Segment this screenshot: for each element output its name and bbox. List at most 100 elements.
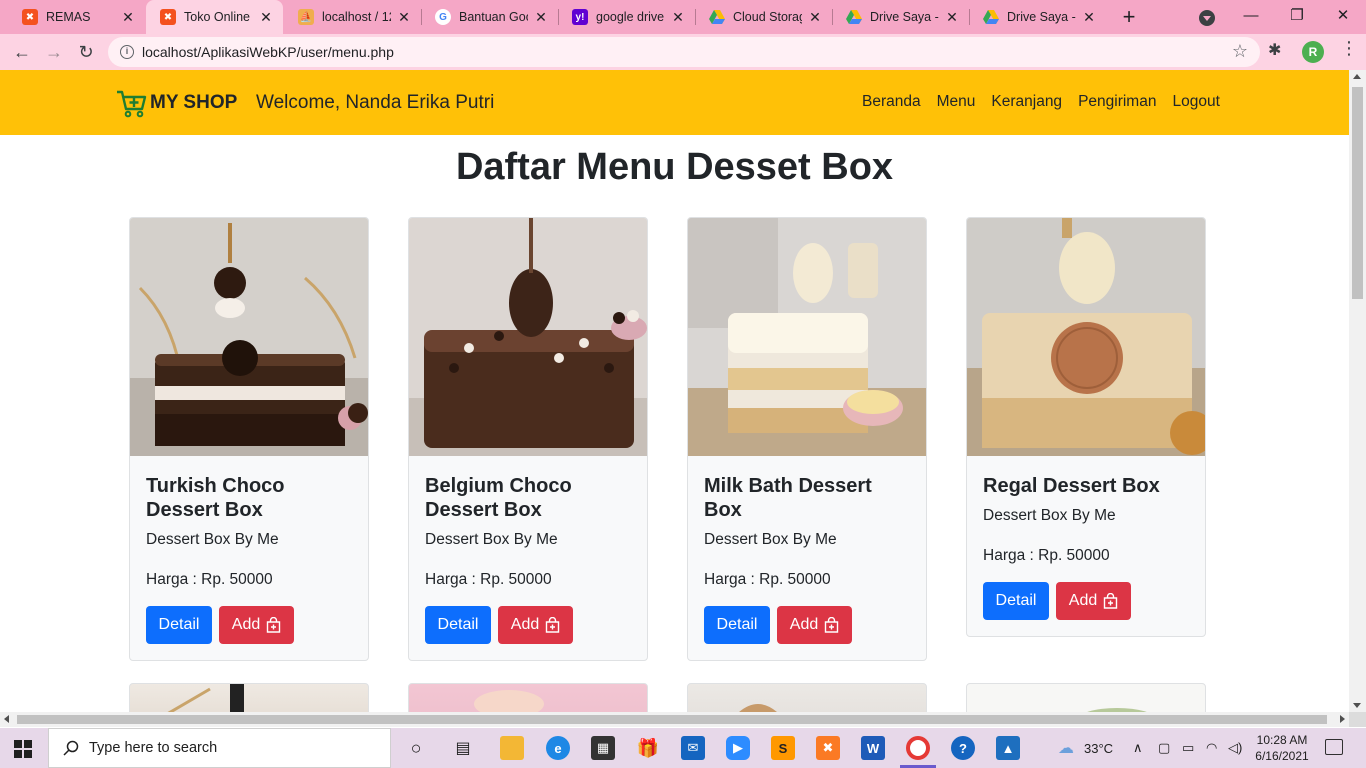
bag-plus-icon — [825, 617, 839, 633]
tab-toko-online[interactable]: ✖ Toko Online ✕ — [146, 0, 283, 34]
scroll-left-arrow-icon[interactable] — [4, 715, 9, 723]
taskbar-search-box[interactable]: Type here to search — [48, 728, 391, 768]
close-tab-icon[interactable]: ✕ — [534, 9, 548, 26]
profile-avatar[interactable]: R — [1302, 41, 1324, 63]
windows-start-icon[interactable] — [14, 740, 32, 758]
nav-link-pengiriman[interactable]: Pengiriman — [1078, 93, 1156, 111]
add-to-cart-button[interactable]: Add — [498, 606, 573, 644]
close-tab-icon[interactable]: ✕ — [121, 9, 135, 26]
product-subtitle: Dessert Box By Me — [146, 531, 279, 548]
tab-bantuan-google[interactable]: G Bantuan Goog ✕ — [421, 0, 558, 34]
vertical-scrollbar-thumb[interactable] — [1352, 87, 1363, 299]
volume-icon[interactable]: ◁) — [1228, 728, 1242, 768]
tab-phpmyadmin[interactable]: ⛵ localhost / 12 ✕ — [284, 0, 421, 34]
file-explorer-icon[interactable] — [500, 736, 524, 760]
reload-icon[interactable]: ↻ — [72, 38, 100, 66]
detail-button[interactable]: Detail — [146, 606, 212, 644]
nav-link-logout[interactable]: Logout — [1172, 93, 1219, 111]
extensions-puzzle-icon[interactable]: ✱ — [1268, 40, 1281, 60]
device-icon[interactable]: ▢ — [1158, 728, 1170, 768]
close-tab-icon[interactable]: ✕ — [808, 9, 822, 26]
edge-browser-icon[interactable]: e — [546, 736, 570, 760]
detail-button[interactable]: Detail — [983, 582, 1049, 620]
wifi-icon[interactable]: ◠ — [1206, 728, 1217, 768]
detail-button-label: Detail — [437, 616, 479, 633]
card-actions: Detail Add — [425, 606, 631, 644]
weather-temp: 33°C — [1084, 740, 1114, 756]
cortana-icon[interactable]: ○ — [404, 736, 428, 760]
battery-icon[interactable]: ▭ — [1182, 728, 1194, 768]
brand[interactable]: MY SHOP — [116, 87, 237, 119]
help-icon[interactable]: ? — [951, 736, 975, 760]
tab-google-drive-yahoo[interactable]: y! google drive ✕ — [558, 0, 695, 34]
page-viewport: MY SHOP Welcome, Nanda Erika Putri Beran… — [0, 70, 1349, 712]
browser-menu-icon[interactable]: ⋮ — [1340, 38, 1358, 59]
mail-icon[interactable]: ✉ — [681, 736, 705, 760]
scroll-right-arrow-icon[interactable] — [1340, 715, 1345, 723]
tray-chevron-icon[interactable]: ∧ — [1133, 728, 1143, 768]
url-text[interactable]: localhost/AplikasiWebKP/user/menu.php — [142, 44, 394, 60]
vertical-scrollbar[interactable] — [1349, 70, 1366, 712]
scroll-up-arrow-icon[interactable] — [1353, 74, 1361, 79]
product-card-partial — [408, 683, 648, 712]
address-bar[interactable]: i localhost/AplikasiWebKP/user/menu.php … — [108, 37, 1260, 67]
add-to-cart-button[interactable]: Add — [777, 606, 852, 644]
page-title: Daftar Menu Desset Box — [455, 146, 894, 188]
windows-taskbar: Type here to search ○ ▤ e ▦ 🎁 ✉ ▶ S ✖ W … — [0, 728, 1366, 768]
site-info-icon[interactable]: i — [120, 45, 134, 59]
nav-link-menu[interactable]: Menu — [937, 93, 976, 111]
zoom-icon[interactable]: ▶ — [726, 736, 750, 760]
close-tab-icon[interactable]: ✕ — [397, 9, 411, 26]
horizontal-scrollbar[interactable] — [0, 712, 1349, 727]
system-clock[interactable]: 10:28 AM 6/16/2021 — [1250, 732, 1314, 764]
bookmark-star-icon[interactable]: ☆ — [1232, 41, 1248, 62]
microsoft-store-icon[interactable]: ▦ — [591, 736, 615, 760]
photos-icon[interactable]: ▲ — [996, 736, 1020, 760]
nav-link-beranda[interactable]: Beranda — [862, 93, 921, 111]
tab-remas[interactable]: ✖ REMAS ✕ — [8, 0, 145, 34]
task-view-icon[interactable]: ▤ — [451, 736, 475, 760]
product-card-partial — [129, 683, 369, 712]
xampp-icon[interactable]: ✖ — [816, 736, 840, 760]
close-tab-icon[interactable]: ✕ — [1082, 9, 1096, 26]
weather-widget[interactable]: ☁ 33°C — [1058, 728, 1113, 768]
card-body: Belgium Choco Dessert Box Dessert Box By… — [409, 456, 647, 660]
chrome-icon[interactable] — [906, 736, 930, 760]
tab-drive-saya-1[interactable]: Drive Saya - G ✕ — [832, 0, 969, 34]
scroll-down-arrow-icon[interactable] — [1353, 703, 1361, 708]
new-tab-button[interactable]: + — [1117, 3, 1141, 31]
word-icon[interactable]: W — [861, 736, 885, 760]
nav-link-keranjang[interactable]: Keranjang — [991, 93, 1062, 111]
brand-name[interactable]: MY SHOP — [150, 92, 237, 114]
close-tab-icon[interactable]: ✕ — [671, 9, 685, 26]
add-to-cart-button[interactable]: Add — [219, 606, 294, 644]
nav-links: Beranda Menu Keranjang Pengiriman Logout — [862, 93, 1220, 111]
google-favicon-icon: G — [435, 9, 451, 25]
close-tab-icon[interactable]: ✕ — [945, 9, 959, 26]
add-to-cart-button[interactable]: Add — [1056, 582, 1131, 620]
scrollbar-corner — [1349, 712, 1366, 727]
close-tab-icon[interactable]: ✕ — [259, 9, 273, 26]
gift-icon[interactable]: 🎁 — [636, 736, 660, 760]
search-placeholder[interactable]: Type here to search — [89, 740, 217, 756]
tab-cloud-storage[interactable]: Cloud Storage ✕ — [695, 0, 832, 34]
xampp-favicon-icon: ✖ — [160, 9, 176, 25]
bag-plus-icon — [267, 617, 281, 633]
sublime-text-icon[interactable]: S — [771, 736, 795, 760]
notification-icon[interactable] — [1325, 739, 1343, 755]
back-arrow-icon[interactable]: ← — [8, 38, 36, 66]
restore-button[interactable]: ❐ — [1274, 0, 1320, 32]
tab-drive-saya-2[interactable]: Drive Saya - G ✕ — [969, 0, 1106, 34]
bag-plus-icon — [1104, 593, 1118, 609]
card-body: Regal Dessert Box Dessert Box By Me Harg… — [967, 456, 1205, 636]
product-price: Harga : Rp. 50000 — [983, 547, 1110, 564]
tab-search-icon[interactable] — [1199, 10, 1215, 26]
detail-button[interactable]: Detail — [425, 606, 491, 644]
close-window-button[interactable]: ✕ — [1320, 0, 1366, 32]
product-photo — [409, 218, 647, 456]
forward-arrow-icon[interactable]: → — [40, 38, 68, 66]
card-actions: Detail Add — [983, 582, 1189, 620]
detail-button[interactable]: Detail — [704, 606, 770, 644]
minimize-button[interactable]: — — [1228, 0, 1274, 32]
horizontal-scrollbar-thumb[interactable] — [17, 715, 1327, 724]
